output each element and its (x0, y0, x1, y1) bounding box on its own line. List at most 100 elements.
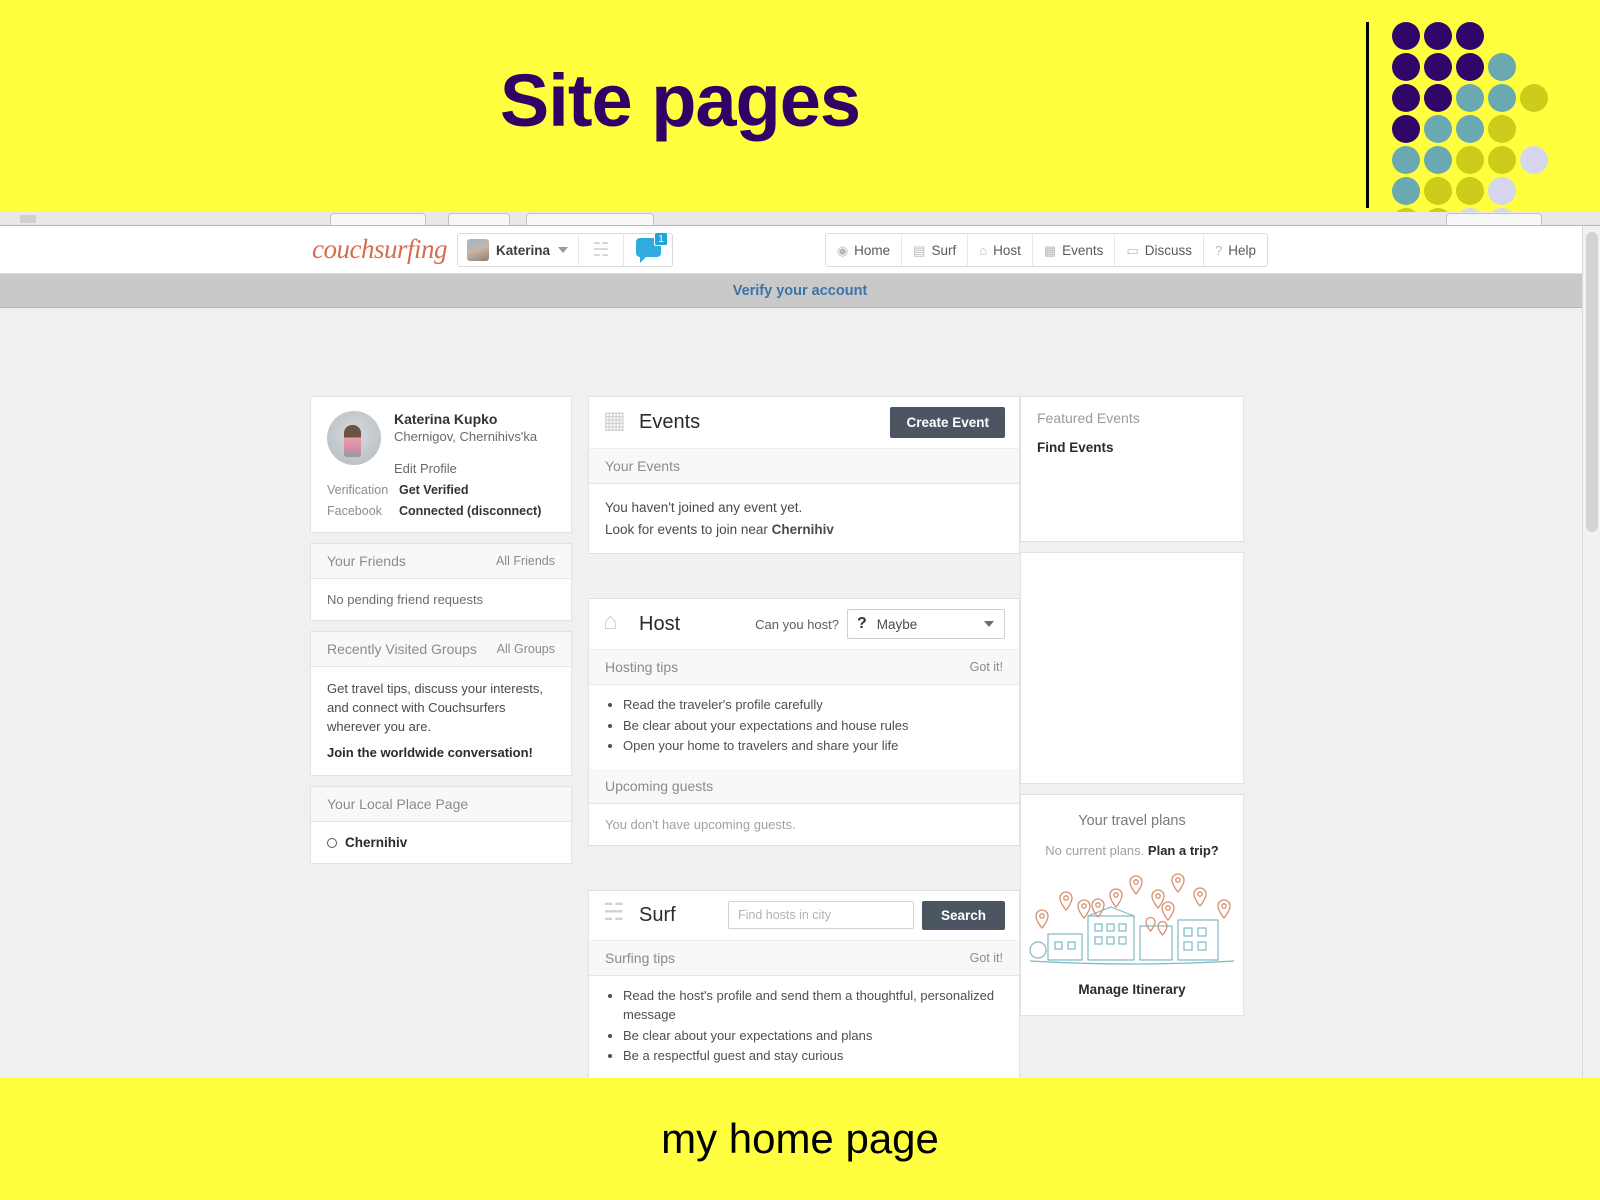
upcoming-guests-label: Upcoming guests (605, 777, 714, 794)
facebook-status-link[interactable]: Connected (disconnect) (399, 504, 541, 518)
speech-bubble-icon: ▭ (1126, 242, 1139, 258)
search-button[interactable]: Search (921, 900, 1005, 930)
profile-location: Chernigov, Chernihivs'ka (394, 429, 538, 444)
nav-item-surf[interactable]: ▤ Surf (902, 234, 969, 266)
all-groups-link[interactable]: All Groups (497, 642, 555, 656)
groups-body-text: Get travel tips, discuss your interests,… (327, 681, 544, 734)
nav-item-host[interactable]: ⌂ Host (968, 234, 1033, 266)
nav-item-label: Discuss (1144, 242, 1192, 258)
surf-panel: ☵ Surf Search Surfing tips Got it! Read … (588, 889, 1020, 1078)
left-sidebar: Katerina Kupko Chernigov, Chernihivs'ka … (310, 396, 572, 874)
browser-button-2[interactable] (448, 213, 510, 225)
local-place-title: Your Local Place Page (327, 796, 469, 813)
question-circle-icon: ? (1215, 242, 1223, 258)
avatar (467, 239, 489, 261)
couchsurfing-logo[interactable]: couchsurfing (312, 234, 448, 265)
events-empty-line-1: You haven't joined any event yet. (605, 500, 803, 515)
decorative-dot (1520, 146, 1548, 174)
decorative-dot (1392, 115, 1420, 143)
decorative-dot (1456, 146, 1484, 174)
nav-item-events[interactable]: ▦ Events (1033, 234, 1116, 266)
decorative-vertical-rule (1366, 22, 1369, 208)
main-navigation: ◉ Home ▤ Surf ⌂ Host ▦ Events ▭ Discuss ? Help (824, 233, 1268, 267)
house-icon: ⌂ (979, 242, 988, 258)
user-menu[interactable]: Katerina ☵ 1 (457, 232, 674, 267)
create-event-button[interactable]: Create Event (890, 407, 1005, 438)
find-events-link[interactable]: Find Events (1021, 426, 1243, 475)
city-illustration (1029, 873, 1235, 965)
can-you-host-select[interactable]: ? Maybe (847, 609, 1005, 640)
nav-item-help[interactable]: ? Help (1204, 234, 1267, 266)
couch-icon: ▤ (913, 242, 926, 258)
local-place-link[interactable]: Chernihiv (327, 835, 555, 850)
chevron-down-icon (558, 247, 569, 253)
top-banner: Site pages (0, 0, 1600, 236)
verify-account-link[interactable]: Verify your account (733, 283, 868, 299)
nav-item-discuss[interactable]: ▭ Discuss (1115, 234, 1204, 266)
message-count-badge: 1 (654, 232, 669, 246)
profile-avatar[interactable] (327, 411, 381, 465)
hosting-tips-list: Read the traveler's profile carefullyBe … (589, 685, 1019, 769)
search-input[interactable] (727, 901, 914, 930)
can-you-host-value: Maybe (876, 616, 918, 632)
surfing-tips-dismiss[interactable]: Got it! (970, 951, 1003, 965)
couch-icon[interactable]: ☵ (579, 239, 623, 262)
decorative-dot (1424, 22, 1452, 50)
verification-label: Verification (327, 483, 389, 497)
host-title: Host (639, 612, 681, 635)
browser-button-1[interactable] (330, 213, 426, 225)
friends-card: Your Friends All Friends No pending frie… (310, 543, 572, 621)
decorative-dot (1488, 115, 1516, 143)
decorative-dot (1488, 84, 1516, 112)
groups-card: Recently Visited Groups All Groups Get t… (310, 631, 572, 777)
browser-button-3[interactable] (526, 213, 654, 225)
groups-cta-link[interactable]: Join the worldwide conversation! (327, 744, 555, 763)
plan-a-trip-link[interactable]: Plan a trip? (1148, 843, 1219, 858)
all-friends-link[interactable]: All Friends (496, 554, 555, 568)
tip-item: Open your home to travelers and share yo… (623, 736, 1003, 756)
decorative-dot (1392, 177, 1420, 205)
groups-title: Recently Visited Groups (327, 641, 477, 657)
events-empty-place: Chernihiv (771, 521, 834, 537)
decorative-dot (1424, 53, 1452, 81)
events-empty-prefix: Look for events to join near (605, 521, 772, 537)
decorative-dot (1456, 115, 1484, 143)
travel-plans-empty: No current plans. Plan a trip? (1021, 829, 1243, 862)
browser-button-4[interactable] (1446, 213, 1542, 225)
tip-item: Read the host's profile and send them a … (623, 986, 1003, 1025)
nav-item-home[interactable]: ◉ Home (826, 234, 903, 266)
friends-title: Your Friends (327, 553, 406, 569)
scrollbar-thumb[interactable] (1586, 232, 1598, 532)
decorative-dot (1456, 84, 1484, 112)
profile-card: Katerina Kupko Chernigov, Chernihivs'ka … (310, 396, 572, 533)
manage-itinerary-link[interactable]: Manage Itinerary (1021, 970, 1243, 1015)
nav-item-label: Home (854, 242, 891, 258)
edit-profile-link[interactable]: Edit Profile (394, 461, 537, 476)
location-pin-icon (327, 837, 337, 848)
slide-caption: my home page (661, 1115, 939, 1162)
page-title: Site pages (499, 59, 861, 142)
featured-events-title: Featured Events (1037, 410, 1140, 426)
featured-events-card: Featured Events Find Events (1020, 396, 1244, 542)
decorative-dot (1392, 84, 1420, 112)
nav-item-label: Surf (931, 242, 957, 258)
decorative-dot (1456, 177, 1484, 205)
travel-plans-empty-text: No current plans. (1045, 843, 1145, 858)
your-events-label: Your Events (605, 458, 680, 474)
hosting-tips-dismiss[interactable]: Got it! (970, 660, 1003, 674)
decorative-dot (1424, 115, 1452, 143)
decorative-dot (1488, 53, 1516, 81)
surfing-tips-label: Surfing tips (605, 949, 676, 966)
slide-root: Site pages couchsurfing Katerina ☵ 1 ◉ H… (0, 0, 1600, 1200)
profile-name: Katerina Kupko (394, 411, 498, 427)
get-verified-link[interactable]: Get Verified (399, 483, 468, 497)
messages-button[interactable]: 1 (624, 232, 672, 263)
decorative-dot (1456, 53, 1484, 81)
eye-icon: ◉ (836, 242, 849, 258)
page-scrollbar[interactable] (1582, 226, 1600, 1078)
surf-title: Surf (639, 903, 676, 926)
decorative-dot (1456, 22, 1484, 50)
decorative-dot (1424, 146, 1452, 174)
verify-account-banner[interactable]: Verify your account (0, 274, 1600, 308)
tip-item: Read the traveler's profile carefully (623, 695, 1003, 715)
